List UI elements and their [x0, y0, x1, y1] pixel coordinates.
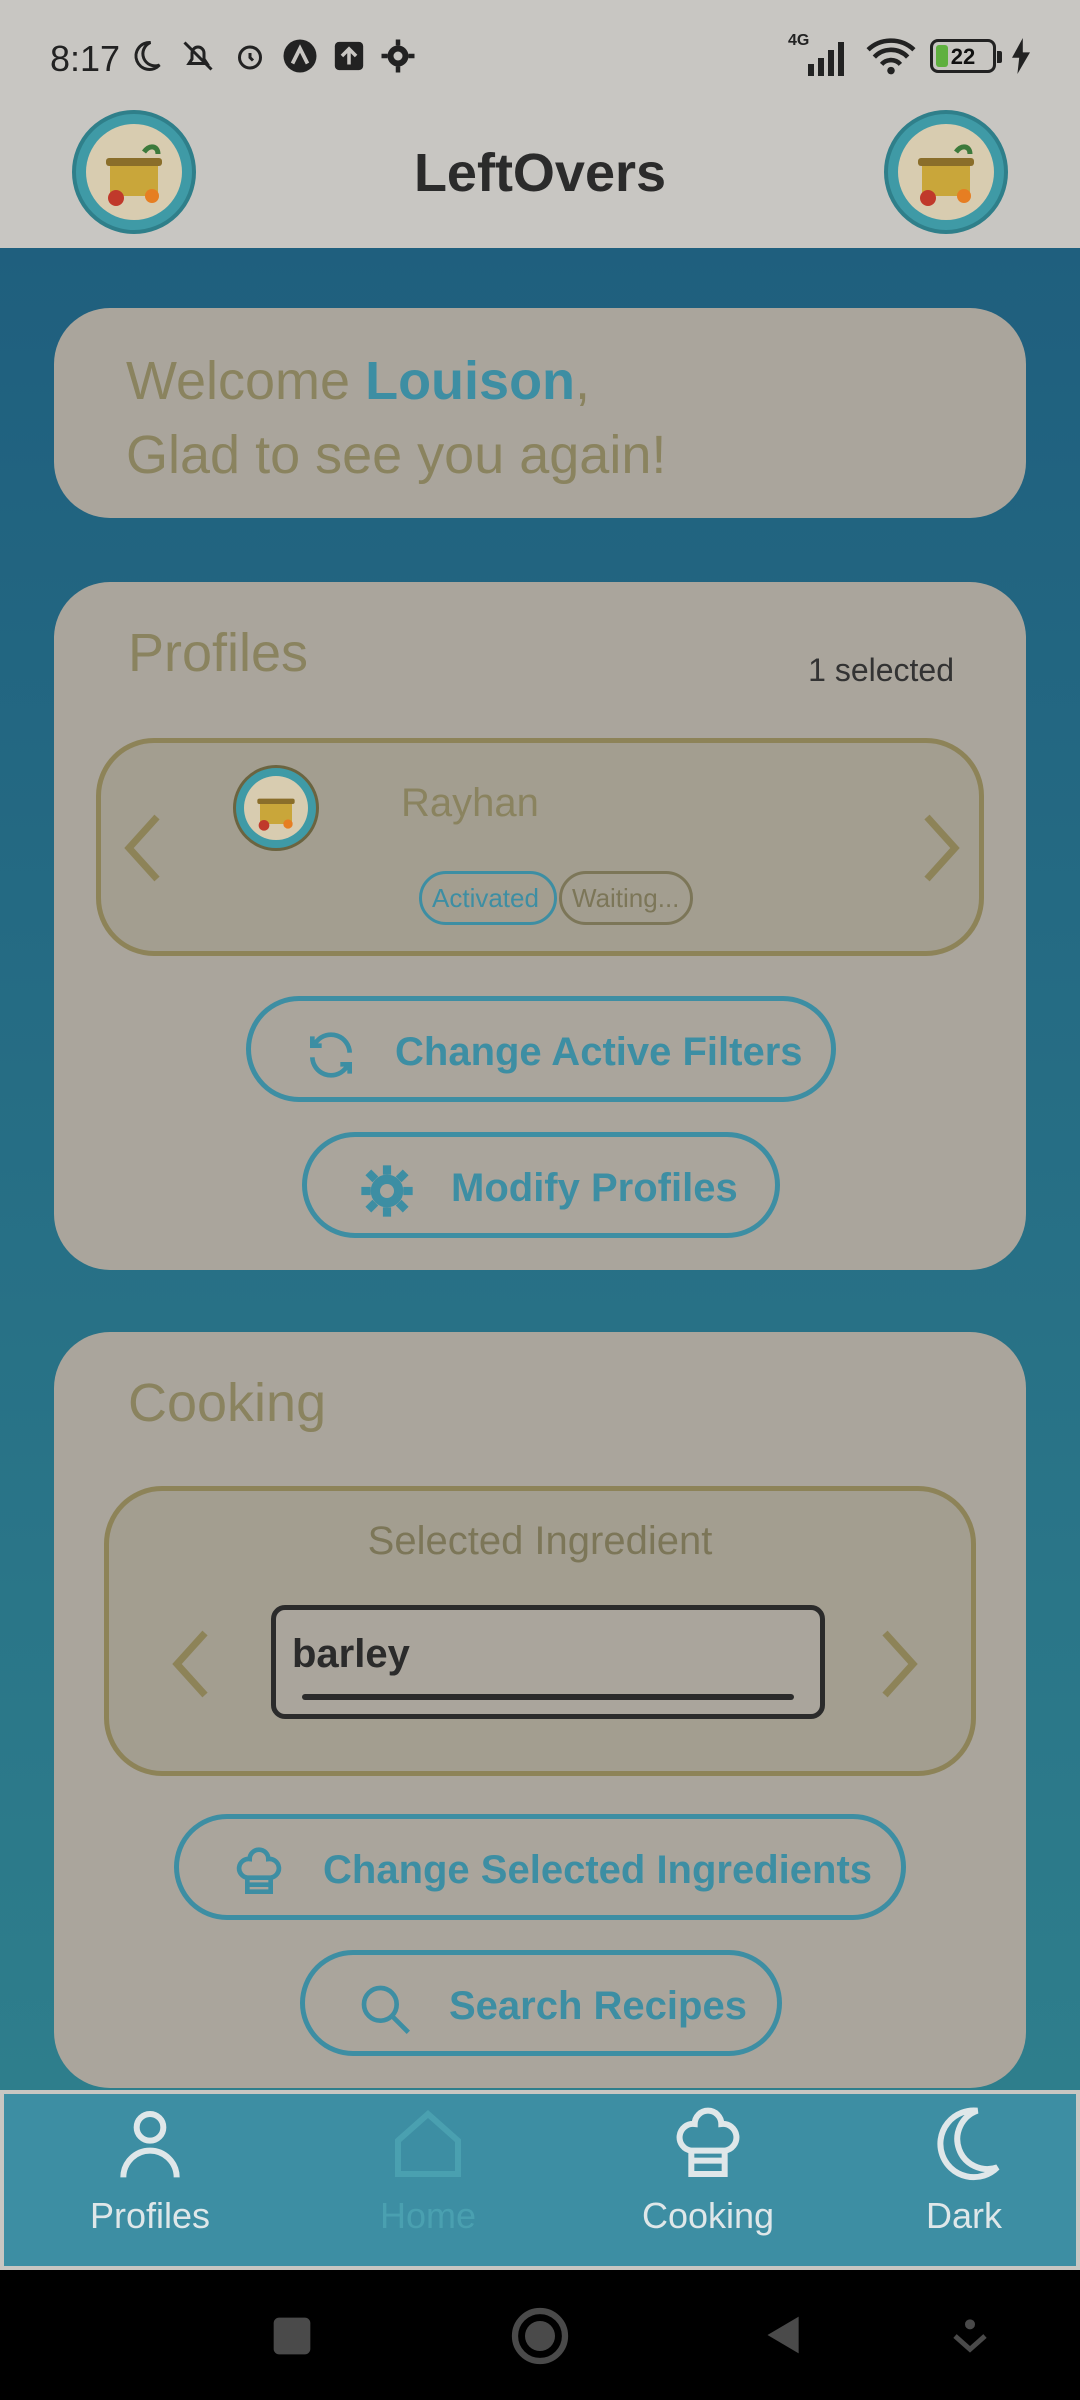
- app-logo-right[interactable]: [884, 110, 1008, 234]
- gear-icon: [361, 1165, 413, 1217]
- android-nav-bar: [0, 2270, 1080, 2400]
- status-badge-activated[interactable]: Activated: [419, 871, 557, 925]
- home-circle-icon[interactable]: [510, 2306, 570, 2366]
- battery-level: 22: [950, 44, 976, 69]
- charging-bolt-icon: [1012, 38, 1030, 74]
- alarm-icon: [238, 45, 262, 70]
- chef-hat-icon: [676, 2107, 740, 2177]
- chevron-right-icon[interactable]: [921, 813, 961, 883]
- selected-count: 1 selected: [808, 652, 954, 688]
- welcome-username: Louison: [365, 351, 576, 411]
- keyboard-hide-icon[interactable]: [950, 2314, 990, 2358]
- welcome-subtitle: Glad to see you again!: [126, 425, 667, 485]
- profile-carousel[interactable]: Rayhan Activated Waiting...: [96, 738, 984, 956]
- status-badge-waiting[interactable]: Waiting...: [559, 871, 693, 925]
- app-a-icon: [283, 39, 317, 73]
- search-icon: [361, 1985, 410, 2034]
- status-icons-right: 4G 22: [788, 32, 1032, 76]
- refresh-icon: [310, 1032, 352, 1078]
- ingredient-selector[interactable]: Selected Ingredient barley: [104, 1486, 976, 1776]
- search-recipes-button[interactable]: Search Recipes: [300, 1950, 782, 2056]
- avatar: [233, 765, 319, 851]
- status-bar: 8:17 4G 22: [0, 0, 1080, 120]
- profile-name: Rayhan: [401, 781, 539, 825]
- cooking-pot-logo-icon: [918, 144, 974, 206]
- home-icon: [395, 2109, 461, 2177]
- change-active-filters-label: Change Active Filters: [395, 1030, 803, 1074]
- muted-bell-icon: [183, 41, 213, 71]
- modify-profiles-button[interactable]: Modify Profiles: [302, 1132, 780, 1238]
- welcome-greeting: Welcome Louison,: [126, 351, 591, 411]
- back-triangle-icon[interactable]: [762, 2310, 806, 2360]
- bottom-nav: Profiles Home Cooking Dark: [0, 2090, 1080, 2270]
- welcome-card: Welcome Louison, Glad to see you again!: [54, 308, 1026, 518]
- modify-profiles-label: Modify Profiles: [451, 1166, 738, 1210]
- app-logo-left[interactable]: [72, 110, 196, 234]
- change-active-filters-button[interactable]: Change Active Filters: [246, 996, 836, 1102]
- nav-item-cooking[interactable]: Cooking: [608, 2104, 808, 2237]
- nav-item-home[interactable]: Home: [328, 2104, 528, 2237]
- network-label: 4G: [788, 32, 810, 49]
- recents-square-icon[interactable]: [270, 2314, 314, 2358]
- moon-icon: [937, 2107, 1000, 2181]
- cooking-card: Cooking Selected Ingredient barley Chang…: [54, 1332, 1026, 2088]
- cellular-signal-icon: 4G: [788, 32, 852, 76]
- upload-icon: [334, 41, 364, 71]
- wifi-icon: [866, 38, 916, 75]
- chevron-left-icon[interactable]: [123, 813, 163, 883]
- change-selected-ingredients-button[interactable]: Change Selected Ingredients: [174, 1814, 906, 1920]
- chevron-left-icon[interactable]: [171, 1629, 211, 1699]
- moon-icon: [134, 40, 161, 71]
- status-time: 8:17: [50, 38, 121, 79]
- battery-indicator: 22: [930, 39, 1002, 73]
- status-icons-left: [128, 38, 416, 74]
- chef-hat-icon: [236, 1847, 282, 1894]
- selected-ingredient-title: Selected Ingredient: [367, 1519, 713, 1563]
- cooking-title: Cooking: [128, 1373, 327, 1433]
- ingredient-value: barley: [292, 1632, 410, 1676]
- chevron-right-icon[interactable]: [879, 1629, 919, 1699]
- person-icon: [120, 2111, 180, 2178]
- change-selected-ingredients-label: Change Selected Ingredients: [323, 1848, 873, 1892]
- search-recipes-label: Search Recipes: [449, 1984, 747, 2028]
- nav-item-dark[interactable]: Dark: [864, 2104, 1064, 2237]
- settings-gear-icon: [381, 39, 415, 73]
- cooking-pot-logo-icon: [257, 798, 295, 831]
- profiles-card: Profiles 1 selected Rayhan Activated Wai…: [54, 582, 1026, 1270]
- ingredient-field[interactable]: barley: [271, 1605, 825, 1719]
- nav-item-profiles[interactable]: Profiles: [50, 2104, 250, 2237]
- cooking-pot-logo-icon: [106, 144, 162, 206]
- profiles-title: Profiles: [128, 623, 309, 683]
